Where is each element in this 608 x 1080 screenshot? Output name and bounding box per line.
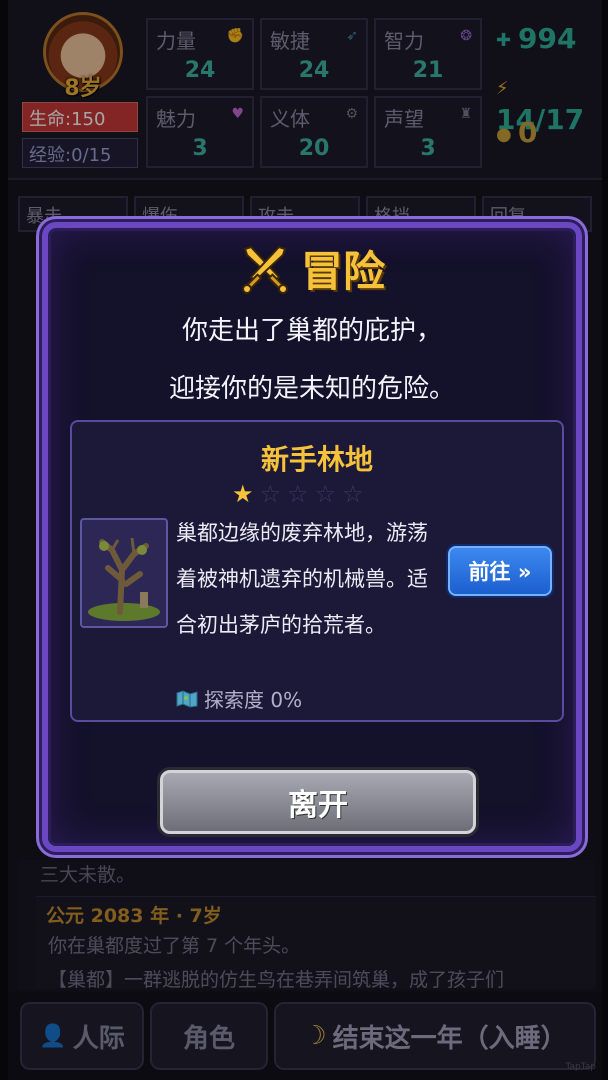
intro-line: 你走出了巢都的庇护， [181,316,442,346]
star-filled-icon: ★ [232,480,260,508]
adventure-dialog: 冒险 你走出了巢都的庇护， 迎接你的是未知的危险。 新手林地 ★☆☆☆☆ 巢都边… [42,222,582,852]
dialog-title: 冒险 [48,238,576,299]
exploration-text: 探索度 0% [204,688,303,712]
intro-line: 迎接你的是未知的危险。 [168,374,455,404]
location-name: 新手林地 [260,443,373,476]
dialog-title-text: 冒险 [300,247,385,296]
star-empty-icon: ☆ [314,480,343,508]
map-icon [176,689,198,708]
location-card: 新手林地 ★☆☆☆☆ 巢都边缘的废弃林地，游荡着被神机遗弃的机械兽。适合初出茅庐… [70,420,564,722]
location-description: 巢都边缘的废弃林地，游荡着被神机遗弃的机械兽。适合初出茅庐的拾荒者。 [176,521,428,637]
crossed-swords-icon [241,245,288,294]
dead-tree-icon [82,520,166,626]
location-thumbnail [80,518,168,628]
go-button[interactable]: 前往 » [448,546,552,596]
star-empty-icon: ☆ [259,480,288,508]
difficulty-stars: ★☆☆☆☆ [232,480,370,508]
star-empty-icon: ☆ [342,480,370,508]
star-empty-icon: ☆ [287,480,315,508]
leave-button[interactable]: 离开 [160,770,476,834]
exploration-progress: 探索度 0% [176,684,302,713]
